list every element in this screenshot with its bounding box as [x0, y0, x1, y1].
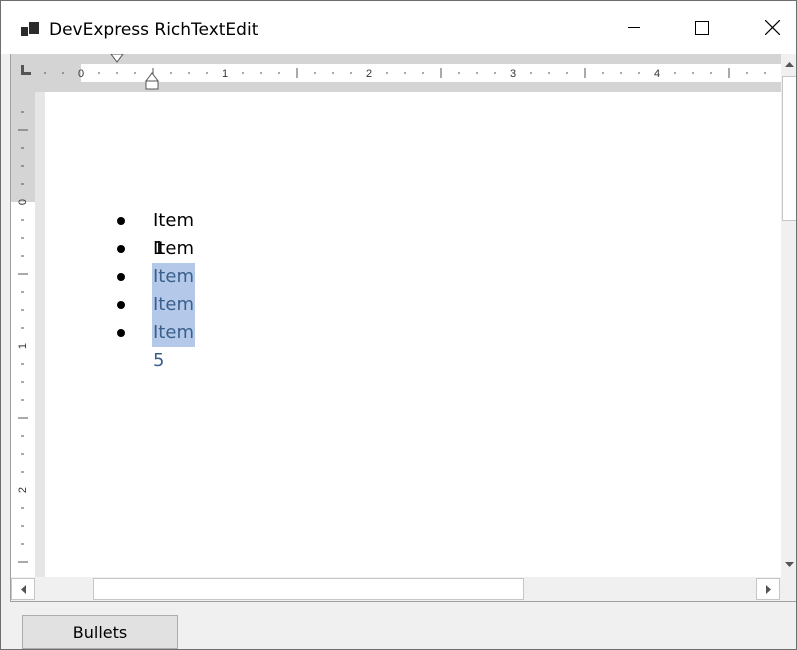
bullet-icon — [117, 245, 125, 253]
triangle-up-icon — [785, 62, 794, 67]
vruler-label-2: 2 — [17, 487, 29, 493]
horizontal-ruler-ticks: 0 1 2 3 4 — [44, 54, 766, 90]
hanging-indent-marker[interactable] — [145, 72, 159, 82]
scroll-left-button[interactable] — [11, 578, 35, 600]
close-icon — [764, 20, 780, 35]
list-item-text[interactable]: Item 1 — [152, 207, 195, 259]
vertical-scroll-thumb[interactable] — [782, 76, 796, 221]
list-item-text-selected[interactable]: Item 3 — [152, 263, 195, 315]
bottom-panel: Bullets — [1, 602, 796, 649]
window-title: DevExpress RichTextEdit — [49, 20, 259, 40]
vruler-label-1: 1 — [17, 343, 29, 349]
ruler-label-0: 0 — [78, 68, 84, 80]
list-item-text-selected[interactable]: Item 5 — [152, 319, 195, 371]
title-bar[interactable]: DevExpress RichTextEdit — [1, 1, 796, 54]
triangle-right-icon — [765, 584, 771, 594]
app-window-icon — [21, 22, 39, 38]
first-line-indent-marker[interactable] — [110, 54, 124, 63]
bullets-button[interactable]: Bullets — [22, 615, 178, 649]
minimize-button[interactable] — [611, 1, 657, 54]
vertical-ruler-ticks: 0 1 2 — [17, 111, 29, 563]
scroll-up-button[interactable] — [781, 56, 796, 73]
vertical-ruler[interactable]: 0 1 2 — [11, 92, 45, 577]
scroll-right-button[interactable] — [756, 578, 780, 600]
triangle-down-icon — [785, 562, 794, 567]
ruler-label-2: 2 — [366, 68, 372, 80]
ruler-label-4: 4 — [654, 68, 660, 80]
list-item-text[interactable]: Item 2 — [152, 235, 195, 287]
triangle-left-icon — [20, 584, 26, 594]
bullet-icon — [117, 301, 125, 309]
minimize-icon — [628, 26, 640, 28]
ruler-label-1: 1 — [222, 68, 228, 80]
main-window: DevExpress RichTextEdit 0 1 2 3 4 0 1 2 … — [0, 0, 797, 650]
bullet-icon — [117, 217, 125, 225]
horizontal-scroll-thumb[interactable] — [93, 578, 524, 600]
horizontal-scrollbar[interactable] — [11, 577, 781, 601]
document-area[interactable]: Item 1 Item 2 Item 3 Item 4 Item 5 — [45, 92, 781, 577]
bullet-icon — [117, 329, 125, 337]
horizontal-ruler[interactable]: 0 1 2 3 4 — [11, 54, 781, 92]
ruler-label-3: 3 — [510, 68, 516, 80]
vruler-label-0: 0 — [17, 199, 29, 205]
maximize-icon — [695, 20, 709, 35]
close-button[interactable] — [749, 1, 795, 54]
maximize-button[interactable] — [679, 1, 725, 54]
left-indent-marker[interactable] — [145, 80, 159, 90]
vertical-scrollbar[interactable] — [781, 54, 796, 577]
bullet-icon — [117, 273, 125, 281]
scroll-down-button[interactable] — [781, 556, 796, 573]
list-item-text-selected[interactable]: Item 4 — [152, 291, 195, 343]
